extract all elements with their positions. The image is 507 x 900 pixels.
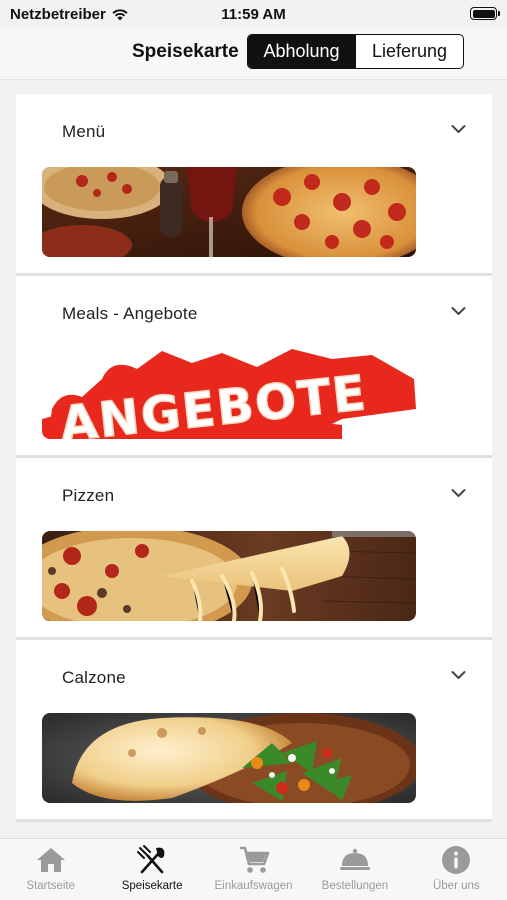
tab-label: Bestellungen: [321, 880, 389, 892]
category-image-angebote: ANGEBOTE: [42, 349, 416, 439]
status-bar: Netzbetreiber 11:59 AM: [0, 0, 507, 28]
segment-lieferung[interactable]: Lieferung: [355, 35, 463, 68]
category-image-pizzen: [42, 531, 416, 621]
tab-label: Einkaufswagen: [214, 880, 293, 892]
tab-label: Speisekarte: [121, 880, 183, 892]
chevron-down-icon[interactable]: [451, 306, 466, 316]
tab-speisekarte[interactable]: Speisekarte: [101, 839, 202, 900]
info-icon: [442, 846, 471, 874]
tab-ueber-uns[interactable]: Über uns: [406, 839, 507, 900]
category-list: Menü Meals - Angebote ANGEBOTE Pizzen Ca…: [16, 94, 492, 822]
category-card-pizzen[interactable]: Pizzen: [16, 458, 492, 640]
chevron-down-icon[interactable]: [451, 488, 466, 498]
tab-bestellungen[interactable]: Bestellungen: [304, 839, 405, 900]
status-time: 11:59 AM: [221, 6, 286, 23]
category-card-calzone[interactable]: Calzone: [16, 640, 492, 822]
cloche-icon: [339, 848, 370, 870]
category-title: Menü: [62, 122, 106, 141]
segment-abholung[interactable]: Abholung: [248, 35, 355, 68]
cart-icon: [239, 846, 269, 873]
tab-startseite[interactable]: Startseite: [0, 839, 101, 900]
category-card-menu[interactable]: Menü: [16, 94, 492, 276]
tab-bar: Startseite Speisekarte Einkaufswagen Bes…: [0, 838, 507, 900]
fork-knife-icon: [137, 845, 165, 874]
order-type-segmented-control: Abholung Lieferung: [247, 34, 464, 69]
tab-einkaufswagen[interactable]: Einkaufswagen: [203, 839, 304, 900]
chevron-down-icon[interactable]: [451, 124, 466, 134]
chevron-down-icon[interactable]: [451, 670, 466, 680]
tab-label: Startseite: [26, 880, 75, 892]
nav-bar: Speisekarte Abholung Lieferung: [0, 28, 507, 80]
category-image-calzone: [42, 713, 416, 803]
category-image-menu: [42, 167, 416, 257]
category-title: Calzone: [62, 668, 126, 687]
home-icon: [36, 848, 65, 872]
category-title: Pizzen: [62, 486, 115, 505]
category-card-angebote[interactable]: Meals - Angebote ANGEBOTE: [16, 276, 492, 458]
category-title: Meals - Angebote: [62, 304, 198, 323]
tab-label: Über uns: [432, 880, 480, 892]
page-title: Speisekarte: [132, 41, 239, 62]
battery-icon: [470, 7, 500, 20]
